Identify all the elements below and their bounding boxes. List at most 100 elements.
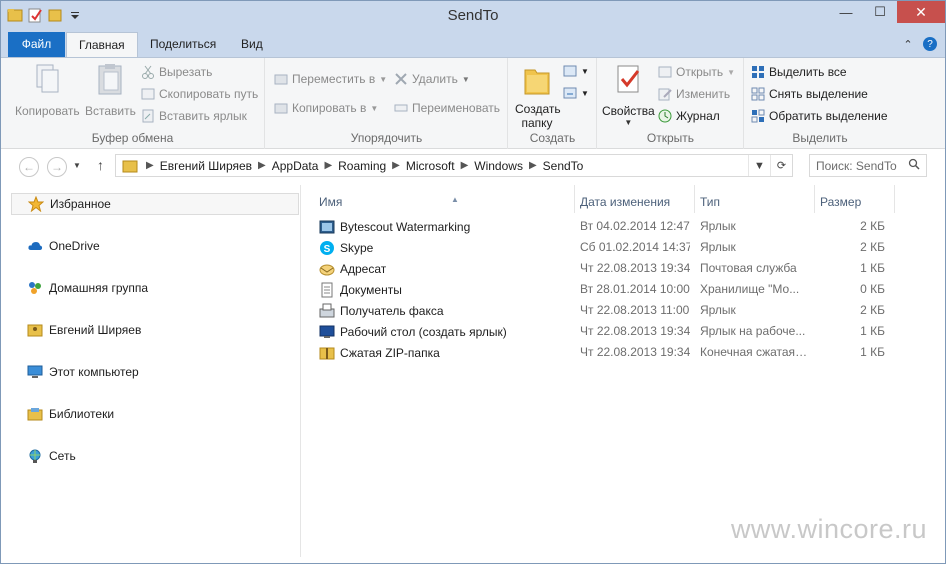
address-bar[interactable]: ▶ Евгений Ширяев ▶ AppData ▶ Roaming ▶ Microso… (115, 154, 793, 177)
easy-access-button[interactable]: ▼ (563, 86, 589, 100)
nav-item[interactable]: Этот компьютер (11, 361, 299, 383)
search-placeholder: Поиск: SendTo (816, 158, 897, 173)
file-row[interactable]: Документы Вт 28.01.2014 10:00 Хранилище "М… (315, 279, 895, 300)
folder-icon (122, 158, 138, 174)
file-row[interactable]: Получатель факса Чт 22.08.2013 11:00 Ярлык… (315, 300, 895, 321)
desktop-icon (319, 324, 335, 340)
file-row[interactable]: Адресат Чт 22.08.2013 19:34 Почтовая служб… (315, 258, 895, 279)
file-type: Конечная сжатая ... (700, 345, 808, 359)
open-button[interactable]: Открыть ▼ (658, 65, 735, 79)
edit-label: Изменить (676, 87, 731, 101)
nav-item[interactable]: Домашняя группа (11, 277, 299, 299)
new-folder-button[interactable]: Создать папку (515, 62, 561, 130)
breadcrumb-separator-icon[interactable]: ▶ (392, 160, 400, 171)
group-clipboard: Копировать Вставить Вырезать Скопировать… (1, 58, 265, 149)
copy-to-button[interactable]: Копировать в ▼ (274, 101, 378, 115)
open-icon (658, 65, 672, 79)
file-name-cell: Сжатая ZIP-папка (319, 345, 440, 361)
nav-item[interactable]: OneDrive (11, 235, 299, 257)
chevron-up-icon[interactable]: ⌃ (901, 37, 915, 51)
close-button[interactable]: ✕ (897, 1, 945, 23)
breadcrumb-separator-icon[interactable]: ▶ (258, 160, 266, 171)
breadcrumb-item[interactable]: SendTo (543, 159, 584, 173)
file-row[interactable]: Bytescout Watermarking Вт 04.02.2014 12:4… (315, 216, 895, 237)
zip-folder-icon (319, 345, 335, 361)
delete-button[interactable]: Удалить ▼ (394, 72, 470, 86)
tab-share[interactable]: Поделиться (138, 32, 228, 57)
nav-item[interactable]: Сеть (11, 445, 299, 467)
nav-item[interactable]: Библиотеки (11, 403, 299, 425)
file-name-cell: Получатель факса (319, 303, 444, 319)
breadcrumb-separator-icon[interactable]: ▶ (324, 160, 332, 171)
help-icon[interactable]: ? (923, 37, 937, 51)
breadcrumb-item[interactable]: Roaming ▶ (338, 159, 406, 173)
file-row[interactable]: S Skype Сб 01.02.2014 14:37 Ярлык 2 КБ (315, 237, 895, 258)
copy-path-button[interactable]: Скопировать путь (141, 87, 258, 101)
column-header-size[interactable]: Размер (814, 190, 894, 214)
file-row[interactable]: Сжатая ZIP-папка Чт 22.08.2013 19:34 Конеч… (315, 342, 895, 363)
new-item-button[interactable]: ▼ (563, 64, 589, 78)
tab-file[interactable]: Файл (8, 32, 65, 57)
forward-button[interactable]: → (47, 157, 67, 177)
breadcrumb-item[interactable]: Microsoft ▶ (406, 159, 474, 173)
file-date: Сб 01.02.2014 14:37 (580, 240, 690, 254)
easy-access-icon (563, 86, 577, 100)
column-header-name[interactable]: Имя ▲ (313, 190, 573, 214)
breadcrumb-separator-icon[interactable]: ▶ (461, 160, 469, 171)
invert-selection-button[interactable]: Обратить выделение (751, 109, 888, 123)
file-name: Документы (340, 283, 402, 297)
file-row[interactable]: Рабочий стол (создать ярлык) Чт 22.08.201… (315, 321, 895, 342)
dropdown-arrow-icon: ▼ (624, 118, 633, 127)
file-date: Вт 28.01.2014 10:00 (580, 282, 690, 296)
history-label: Журнал (676, 109, 720, 123)
recent-locations-icon[interactable]: ▼ (73, 161, 81, 170)
address-dropdown-icon[interactable]: ▼ (748, 155, 770, 176)
tab-home[interactable]: Главная (66, 32, 138, 58)
breadcrumb-item[interactable]: AppData ▶ (272, 159, 338, 173)
breadcrumb-separator-icon[interactable]: ▶ (146, 160, 154, 171)
select-all-icon (751, 65, 765, 79)
search-icon (908, 158, 920, 173)
copy-label: Копировать (15, 104, 80, 118)
nav-item-label: OneDrive (49, 239, 100, 253)
paste-button[interactable]: Вставить (85, 62, 136, 118)
maximize-button[interactable]: ☐ (863, 1, 897, 23)
paste-shortcut-button[interactable]: Вставить ярлык (141, 109, 247, 123)
watermark-text: www.wincore.ru (730, 514, 927, 544)
group-label-organize: Упорядочить (350, 131, 423, 145)
file-name-cell: Документы (319, 282, 402, 298)
column-divider[interactable] (894, 185, 895, 213)
nav-item[interactable]: Избранное (11, 193, 299, 215)
refresh-icon[interactable]: ⟳ (770, 155, 792, 176)
svg-text:S: S (324, 244, 331, 255)
breadcrumb-item[interactable]: Евгений Ширяев ▶ (160, 159, 272, 173)
nav-item[interactable]: Евгений Ширяев (11, 319, 299, 341)
file-type: Хранилище "Мо... (700, 282, 800, 296)
cut-button[interactable]: Вырезать (141, 65, 212, 79)
file-name: Адресат (340, 262, 387, 276)
window-controls: — ☐ ✕ (829, 1, 945, 23)
search-input[interactable]: Поиск: SendTo (809, 154, 927, 177)
breadcrumb-item[interactable]: Windows ▶ (474, 159, 542, 173)
breadcrumb-separator-icon[interactable]: ▶ (529, 160, 537, 171)
tab-view[interactable]: Вид (229, 32, 275, 57)
breadcrumb: Евгений Ширяев ▶ AppData ▶ Roaming ▶ Microsoft… (160, 159, 584, 173)
select-all-button[interactable]: Выделить все (751, 65, 847, 79)
back-button[interactable]: ← (19, 157, 39, 177)
explorer-window: SendTo — ☐ ✕ Файл Главная Поделиться Вид… (0, 0, 946, 564)
nav-item-label: Евгений Ширяев (49, 323, 142, 337)
up-button[interactable]: ↑ (97, 157, 104, 173)
navigation-pane: Избранное OneDrive Домашняя группа Евгений … (1, 185, 301, 557)
column-header-type[interactable]: Тип (694, 190, 814, 214)
select-none-button[interactable]: Снять выделение (751, 87, 868, 101)
copy-button[interactable]: Копировать (15, 62, 80, 118)
file-size: 0 КБ (860, 282, 885, 296)
history-button[interactable]: Журнал (658, 109, 720, 123)
column-header-date[interactable]: Дата изменения (574, 190, 694, 214)
move-to-button[interactable]: Переместить в ▼ (274, 72, 387, 86)
properties-button[interactable]: Свойства ▼ (602, 62, 655, 127)
rename-button[interactable]: Переименовать (394, 101, 500, 115)
nav-item-label: Домашняя группа (49, 281, 149, 295)
edit-button[interactable]: Изменить (658, 87, 730, 101)
minimize-button[interactable]: — (829, 1, 863, 23)
